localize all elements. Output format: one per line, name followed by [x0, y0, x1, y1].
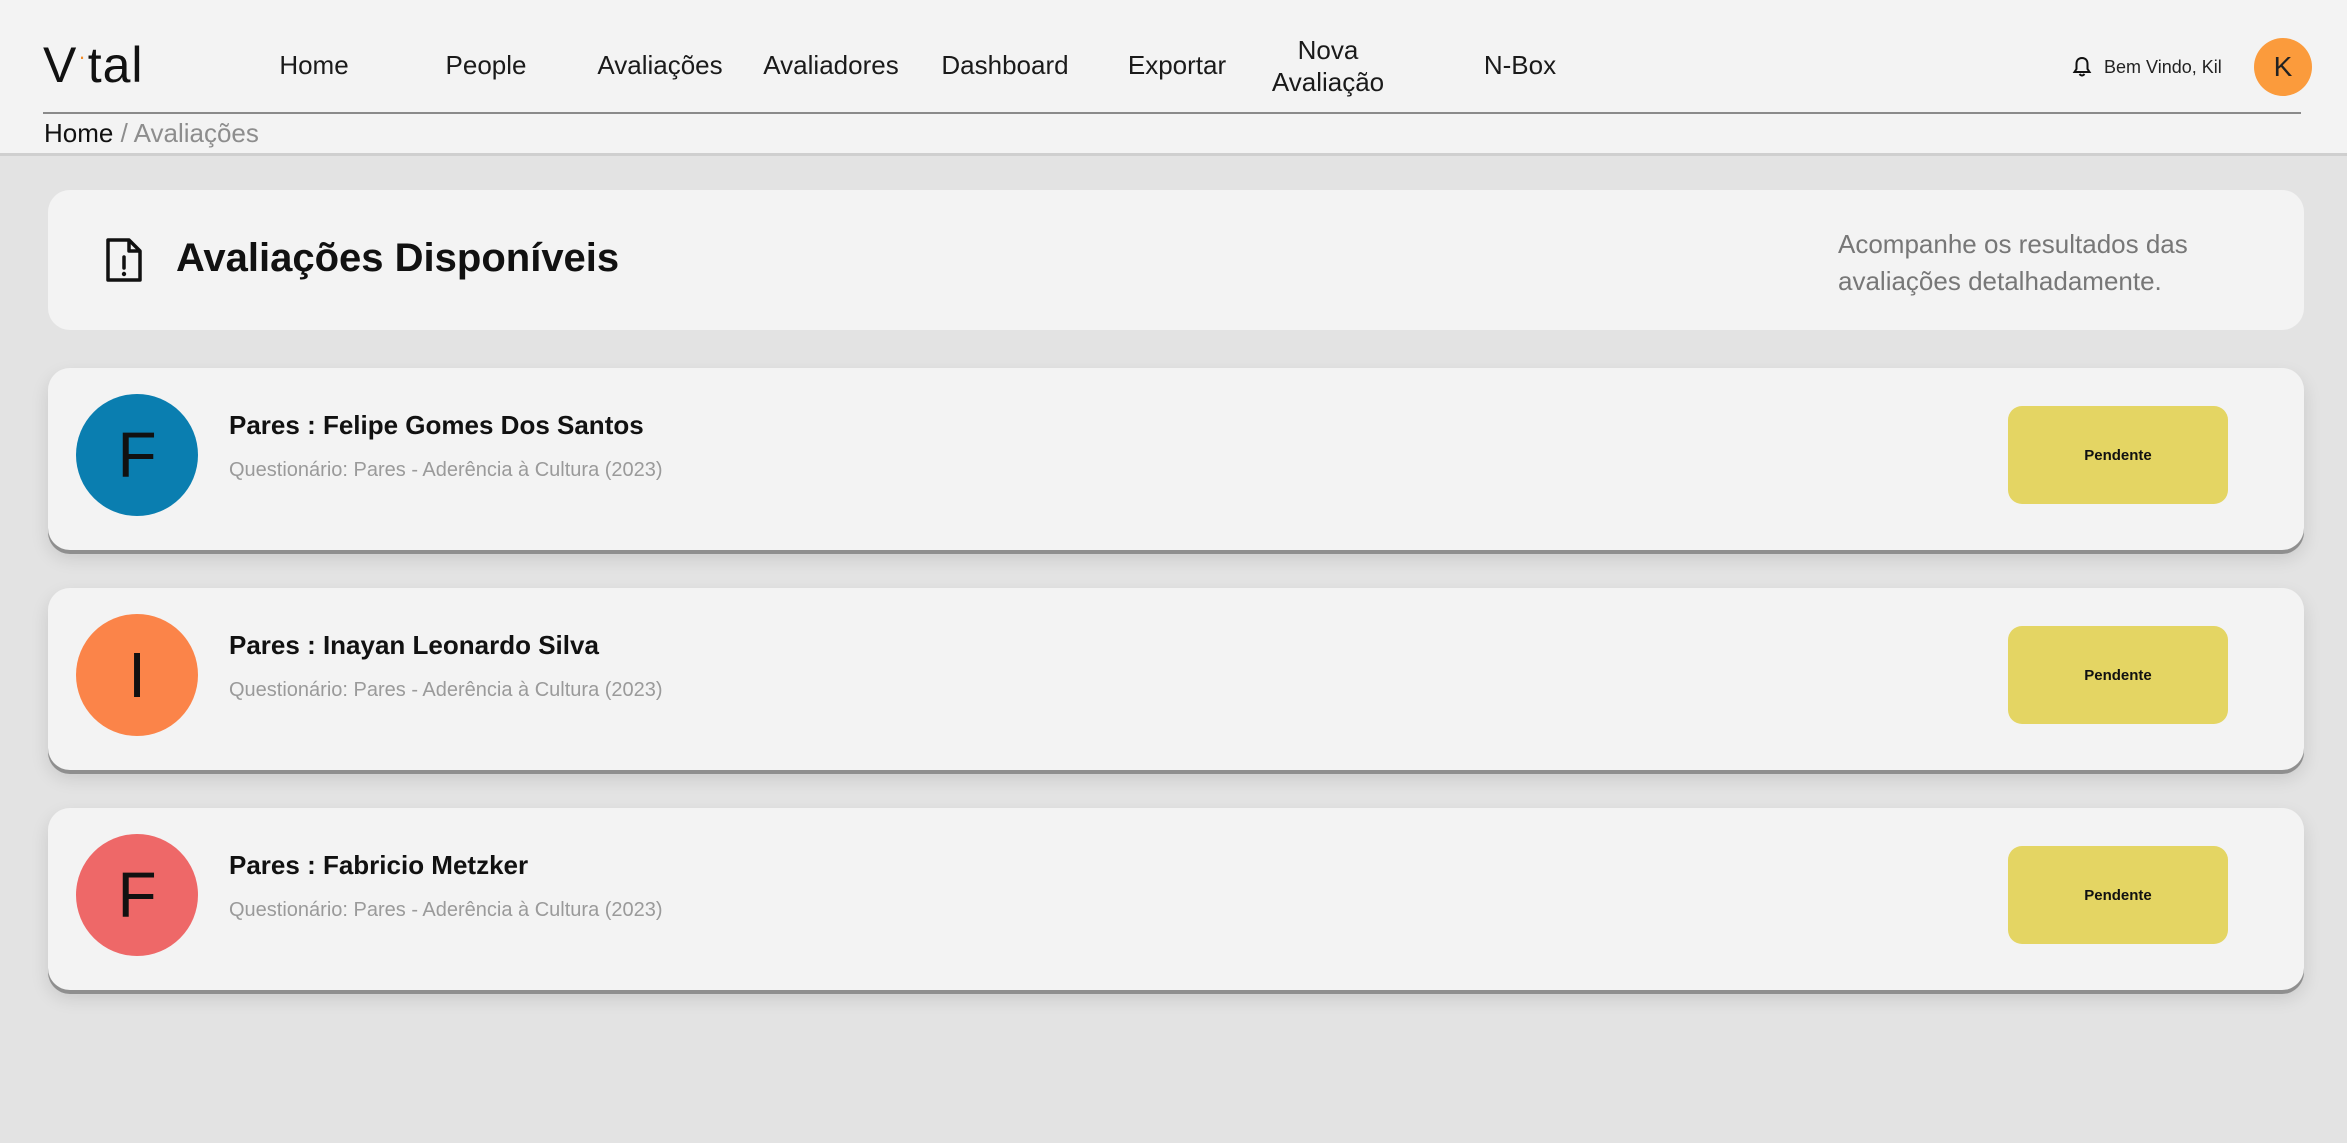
evaluatee-avatar: F [76, 834, 198, 956]
header-divider [43, 112, 2301, 114]
nav-home[interactable]: Home [279, 50, 348, 81]
user-avatar[interactable]: K [2254, 38, 2312, 96]
vtal-logo[interactable]: V · tal [43, 36, 144, 94]
logo-letter-v: V [43, 37, 78, 93]
logo-dot: · [78, 44, 87, 69]
page-header-card: Avaliações Disponíveis Acompanhe os resu… [48, 190, 2304, 330]
user-welcome: Bem Vindo, Kil [2072, 56, 2222, 78]
welcome-text: Bem Vindo, Kil [2104, 56, 2222, 77]
breadcrumb-current: Avaliações [133, 118, 259, 148]
status-pending-button[interactable]: Pendente [2008, 406, 2228, 504]
nav-exportar[interactable]: Exportar [1128, 50, 1226, 81]
nav-n-box[interactable]: N-Box [1484, 50, 1556, 81]
page-subtitle: Acompanhe os resultados das avaliações d… [1838, 229, 2188, 296]
evaluation-questionnaire: Questionário: Pares - Aderência à Cultur… [229, 899, 663, 921]
nav-dashboard[interactable]: Dashboard [941, 50, 1068, 81]
evaluation-title: Pares : Inayan Leonardo Silva [229, 630, 599, 660]
status-pending-button[interactable]: Pendente [2008, 626, 2228, 724]
evaluation-card[interactable]: F Pares : Fabricio Metzker Questionário:… [48, 808, 2304, 990]
breadcrumb-home[interactable]: Home [44, 118, 113, 148]
evaluation-card[interactable]: F Pares : Felipe Gomes Dos Santos Questi… [48, 368, 2304, 550]
document-alert-icon [106, 238, 142, 282]
evaluation-questionnaire: Questionário: Pares - Aderência à Cultur… [229, 679, 663, 701]
evaluation-questionnaire: Questionário: Pares - Aderência à Cultur… [229, 459, 663, 481]
nav-people[interactable]: People [446, 50, 527, 81]
bell-icon[interactable] [2072, 56, 2092, 78]
logo-text-tal: tal [87, 37, 144, 93]
evaluatee-avatar: I [76, 614, 198, 736]
evaluation-card[interactable]: I Pares : Inayan Leonardo Silva Question… [48, 588, 2304, 770]
nav-nova-avaliacao[interactable]: Nova Avaliação [1253, 34, 1403, 98]
breadcrumb: Home / Avaliações [44, 118, 259, 149]
evaluation-title: Pares : Felipe Gomes Dos Santos [229, 410, 644, 440]
nav-avaliadores[interactable]: Avaliadores [763, 50, 898, 81]
status-pending-button[interactable]: Pendente [2008, 846, 2228, 944]
breadcrumb-separator: / [113, 118, 134, 148]
evaluation-title: Pares : Fabricio Metzker [229, 850, 529, 880]
evaluatee-avatar: F [76, 394, 198, 516]
page-title: Avaliações Disponíveis [176, 236, 620, 280]
nav-avaliacoes[interactable]: Avaliações [597, 50, 722, 81]
top-header: V · tal Home People Avaliações Avaliadores… [0, 0, 2347, 153]
